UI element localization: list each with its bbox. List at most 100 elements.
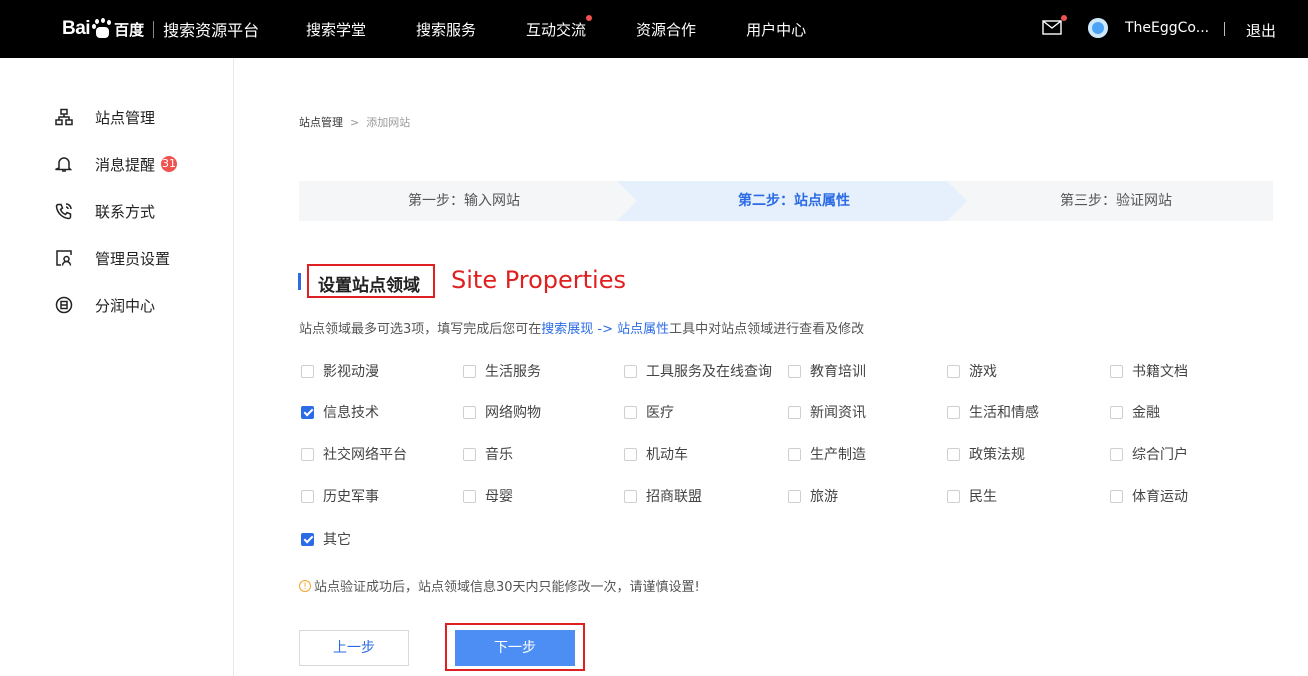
sidebar-item-notifications[interactable]: 消息提醒 31 xyxy=(55,153,178,175)
domain-checkbox[interactable]: 金融 xyxy=(1110,403,1160,421)
nav-interaction[interactable]: 互动交流 xyxy=(526,14,593,40)
baidu-logo[interactable]: Bai 百度 搜索资源平台 xyxy=(62,16,259,42)
checkbox-unchecked[interactable] xyxy=(463,447,476,461)
mail-icon[interactable] xyxy=(1042,15,1067,35)
checkbox-unchecked[interactable] xyxy=(624,447,637,461)
annotation-label: Site Properties xyxy=(451,266,626,294)
checkbox-unchecked[interactable] xyxy=(301,489,314,503)
sidebar-item-label: 分润中心 xyxy=(95,296,156,315)
sidebar-item-admin-settings[interactable]: 管理员设置 xyxy=(55,247,170,269)
checkbox-unchecked[interactable] xyxy=(788,364,801,378)
domain-checkbox[interactable]: 政策法规 xyxy=(947,445,1025,463)
checkbox-checked[interactable] xyxy=(301,405,314,419)
checkbox-unchecked[interactable] xyxy=(1110,364,1123,378)
nav-search-service[interactable]: 搜索服务 xyxy=(416,19,476,40)
checkbox-unchecked[interactable] xyxy=(947,489,960,503)
domain-checkbox[interactable]: 游戏 xyxy=(947,362,997,380)
sidebar-item-revenue-center[interactable]: 分润中心 xyxy=(55,294,155,316)
checkbox-unchecked[interactable] xyxy=(788,447,801,461)
top-bar: Bai 百度 搜索资源平台 搜索学堂 搜索服务 互动交流 资源合作 用户中心 T… xyxy=(0,0,1308,58)
checkbox-unchecked[interactable] xyxy=(947,405,960,419)
domain-checkbox[interactable]: 历史军事 xyxy=(301,487,379,505)
logo-baidu-cn: 百度 xyxy=(114,20,145,39)
username[interactable]: TheEggCo... xyxy=(1125,20,1209,36)
domain-checkbox[interactable]: 网络购物 xyxy=(463,403,541,421)
domain-label: 工具服务及在线查询 xyxy=(646,364,772,380)
nav-label: 用户中心 xyxy=(746,20,807,39)
domain-label: 其它 xyxy=(323,532,351,548)
domain-checkbox[interactable]: 母婴 xyxy=(463,487,513,505)
nav-search-academy[interactable]: 搜索学堂 xyxy=(306,19,366,40)
checkbox-unchecked[interactable] xyxy=(463,489,476,503)
domain-checkbox[interactable]: 音乐 xyxy=(463,445,513,463)
checkbox-unchecked[interactable] xyxy=(624,489,637,503)
checkbox-unchecked[interactable] xyxy=(1110,447,1123,461)
checkbox-unchecked[interactable] xyxy=(624,405,637,419)
domain-label: 信息技术 xyxy=(323,405,379,421)
section-title: 设置站点领域 xyxy=(318,276,420,296)
breadcrumb-root[interactable]: 站点管理 xyxy=(299,116,343,129)
domain-checkbox[interactable]: 工具服务及在线查询 xyxy=(624,362,772,380)
domain-label: 教育培训 xyxy=(810,364,866,380)
step-3: 第三步：验证网站 xyxy=(959,181,1273,221)
domain-checkbox[interactable]: 其它 xyxy=(301,530,351,548)
nav-user-center[interactable]: 用户中心 xyxy=(746,19,806,40)
step-label: 第一步：输入网站 xyxy=(408,193,520,209)
domain-label: 网络购物 xyxy=(485,405,541,421)
platform-name: 搜索资源平台 xyxy=(163,21,260,40)
site-properties-link[interactable]: 搜索展现 -> 站点属性 xyxy=(541,322,669,337)
checkbox-unchecked[interactable] xyxy=(463,405,476,419)
nav-label: 搜索学堂 xyxy=(306,20,367,39)
avatar[interactable] xyxy=(1088,18,1108,38)
domain-checkbox[interactable]: 综合门户 xyxy=(1110,445,1188,463)
paw-icon xyxy=(92,18,112,39)
logo-bai-text: Bai xyxy=(62,18,91,39)
logout-link[interactable]: 退出 xyxy=(1246,20,1276,41)
nav-label: 资源合作 xyxy=(636,20,697,39)
domain-checkbox[interactable]: 机动车 xyxy=(624,445,688,463)
checkbox-unchecked[interactable] xyxy=(624,364,637,378)
domain-checkbox[interactable]: 新闻资讯 xyxy=(788,403,866,421)
sidebar-item-label: 管理员设置 xyxy=(95,249,171,268)
checkbox-unchecked[interactable] xyxy=(947,364,960,378)
domain-checkbox[interactable]: 社交网络平台 xyxy=(301,445,407,463)
checkbox-unchecked[interactable] xyxy=(1110,405,1123,419)
domain-checkbox[interactable]: 招商联盟 xyxy=(624,487,702,505)
step-label: 第三步：验证网站 xyxy=(1060,193,1172,209)
step-2-active: 第二步：站点属性 xyxy=(629,181,959,221)
checkbox-unchecked[interactable] xyxy=(788,405,801,419)
domain-label: 影视动漫 xyxy=(323,364,379,380)
domain-label: 医疗 xyxy=(646,405,674,421)
sidebar-item-site-management[interactable]: 站点管理 xyxy=(55,106,155,128)
domain-checkbox[interactable]: 医疗 xyxy=(624,403,674,421)
checkbox-unchecked[interactable] xyxy=(463,364,476,378)
domain-checkbox[interactable]: 书籍文档 xyxy=(1110,362,1188,380)
domain-label: 体育运动 xyxy=(1132,489,1188,505)
checkbox-unchecked[interactable] xyxy=(788,489,801,503)
divider xyxy=(1224,22,1225,36)
checkbox-unchecked[interactable] xyxy=(947,447,960,461)
domain-checkbox[interactable]: 教育培训 xyxy=(788,362,866,380)
sidebar-item-contact[interactable]: 联系方式 xyxy=(55,200,155,222)
admin-icon xyxy=(55,249,73,267)
revenue-icon xyxy=(55,296,73,314)
domain-checkbox[interactable]: 生活服务 xyxy=(463,362,541,380)
previous-step-button[interactable]: 上一步 xyxy=(299,630,409,666)
checkbox-checked[interactable] xyxy=(301,532,314,546)
domain-checkbox[interactable]: 生活和情感 xyxy=(947,403,1039,421)
domain-checkbox[interactable]: 生产制造 xyxy=(788,445,866,463)
checkbox-unchecked[interactable] xyxy=(1110,489,1123,503)
domain-label: 母婴 xyxy=(485,489,513,505)
checkbox-unchecked[interactable] xyxy=(301,447,314,461)
nav-resource-cooperation[interactable]: 资源合作 xyxy=(636,19,696,40)
next-step-button[interactable]: 下一步 xyxy=(455,630,575,666)
domain-label: 机动车 xyxy=(646,447,688,463)
checkbox-unchecked[interactable] xyxy=(301,364,314,378)
top-nav: 搜索学堂 搜索服务 互动交流 资源合作 用户中心 xyxy=(306,0,856,58)
domain-checkbox[interactable]: 体育运动 xyxy=(1110,487,1188,505)
domain-checkbox[interactable]: 旅游 xyxy=(788,487,838,505)
domain-label: 综合门户 xyxy=(1132,447,1188,463)
domain-checkbox[interactable]: 民生 xyxy=(947,487,997,505)
domain-checkbox[interactable]: 信息技术 xyxy=(301,403,379,421)
domain-checkbox[interactable]: 影视动漫 xyxy=(301,362,379,380)
